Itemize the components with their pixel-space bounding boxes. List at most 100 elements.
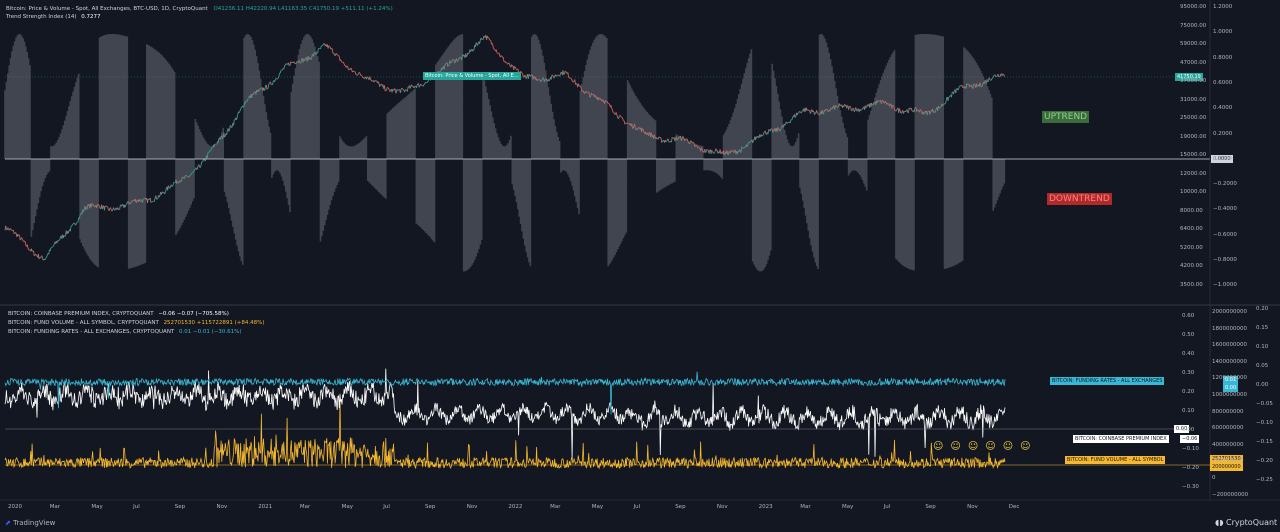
premium-axis-tick: 0.60 — [1182, 313, 1195, 319]
time-axis-tick: Nov — [216, 504, 228, 510]
price-candle-down — [35, 254, 38, 257]
tsi-axis-tick: −0.4000 — [1213, 206, 1237, 213]
price-candle-down — [18, 234, 20, 237]
price-candle-down — [328, 45, 330, 48]
price-candle-down — [286, 63, 288, 65]
price-candle-down — [74, 222, 76, 225]
price-candle-down — [500, 55, 503, 57]
price-candle-up — [473, 49, 475, 51]
price-candle-down — [140, 199, 143, 201]
price-candle-up — [277, 77, 279, 80]
price-candle-up — [356, 74, 359, 76]
price-candle-up — [321, 44, 323, 47]
price-candle-down — [557, 74, 560, 76]
price-candle-up — [666, 139, 668, 142]
price-candle-down — [331, 47, 333, 50]
funding-rates-legend-name: BITCOIN: FUNDING RATES - ALL EXCHANGES, … — [8, 329, 175, 335]
volume-axis-tick: 600000000 — [1212, 425, 1244, 432]
price-candle-down — [170, 184, 173, 187]
price-candle-up — [763, 131, 765, 134]
tsi-axis-tick: −0.2000 — [1213, 181, 1237, 188]
funding-rates-legend-values: 0.01 −0.01 (−30.61%) — [179, 329, 242, 335]
price-candle-down — [619, 114, 622, 117]
price-candle-up — [555, 75, 558, 77]
price-candle-down — [358, 72, 361, 74]
price-candle-up — [118, 208, 121, 211]
tradingview-logo[interactable]: ⬈ TradingView — [5, 519, 55, 527]
price-candle-up — [942, 104, 944, 107]
price-axis-tick: 37000.00 — [1180, 78, 1207, 84]
price-candle-down — [908, 107, 911, 109]
price-axis-tick: 15000.00 — [1180, 152, 1207, 158]
price-candle-up — [749, 140, 752, 143]
premium-axis-tick: 0.50 — [1182, 332, 1195, 338]
price-candle-up — [202, 160, 204, 163]
funding-axis-tick: −0.25 — [1256, 477, 1273, 483]
price-axis-tick: 19000.00 — [1180, 133, 1207, 140]
price-candle-down — [366, 76, 369, 79]
time-axis-tick: Sep — [675, 504, 686, 510]
price-candle-down — [771, 128, 773, 130]
price-candle-up — [210, 149, 212, 151]
price-candle-up — [148, 198, 150, 201]
price-candle-up — [266, 88, 268, 90]
cryptoquant-logo[interactable]: ◖◗ CryptoQuant — [1215, 518, 1277, 527]
price-candle-down — [388, 88, 390, 91]
funding-axis-tick: −0.15 — [1256, 439, 1273, 445]
price-candle-down — [337, 54, 339, 56]
tsi-legend: Trend Strength Index (14) 0.7277 — [6, 14, 101, 21]
price-candle-down — [660, 136, 662, 139]
price-candle-down — [98, 204, 100, 207]
price-candle-up — [150, 201, 152, 203]
price-legend-title: Bitcoin: Price & Volume - Spot, All Exch… — [6, 6, 208, 12]
price-candle-down — [585, 90, 588, 93]
price-candle-down — [564, 70, 567, 73]
price-candle-down — [106, 206, 109, 208]
price-axis-tick: 4200.00 — [1180, 263, 1203, 269]
price-candle-up — [713, 152, 715, 154]
volume-axis-tick: 1800000000 — [1212, 325, 1247, 332]
price-candle-down — [354, 71, 356, 73]
price-candle-up — [990, 78, 993, 81]
price-candle-down — [974, 83, 976, 86]
price-candle-down — [692, 141, 695, 144]
price-axis-tick: 10000.00 — [1180, 189, 1207, 195]
price-candle-down — [338, 55, 340, 57]
price-candle-down — [686, 138, 688, 140]
time-axis-tick: Mar — [49, 504, 61, 510]
fund-volume-legend-values: 252701530 +115722891 (+84.48%) — [163, 320, 265, 326]
price-candle-down — [643, 131, 645, 133]
price-candle-up — [791, 118, 793, 120]
tsi-axis-tick: 0.4000 — [1213, 105, 1233, 112]
price-candle-up — [787, 122, 789, 124]
price-candle-up — [190, 172, 193, 175]
price-candle-down — [887, 103, 890, 105]
price-candle-down — [515, 68, 517, 70]
price-candle-up — [190, 174, 192, 176]
price-candle-up — [143, 197, 145, 200]
price-candle-up — [457, 60, 459, 62]
price-candle-up — [247, 97, 250, 99]
price-candle-down — [117, 207, 119, 210]
funding-rates-legend: BITCOIN: FUNDING RATES - ALL EXCHANGES, … — [8, 329, 242, 336]
price-candle-up — [865, 106, 867, 109]
fund-volume-legend: BITCOIN: FUND VOLUME - ALL SYMBOL, CRYPT… — [8, 320, 265, 327]
premium-axis-tick: −0.10 — [1182, 446, 1199, 452]
funding-axis-tick: 0.00 — [1256, 382, 1269, 388]
price-candle-down — [723, 150, 725, 155]
volume-axis-tick: 400000000 — [1212, 441, 1244, 448]
price-candle-down — [323, 43, 326, 45]
price-candle-up — [457, 59, 460, 61]
price-candle-down — [760, 134, 763, 137]
price-candle-up — [548, 79, 551, 82]
price-candle-up — [427, 80, 429, 83]
price-series-label: Bitcoin: Price & Volume - Spot, All E... — [423, 72, 521, 80]
price-candle-down — [501, 55, 503, 58]
price-candle-up — [72, 222, 75, 225]
price-candle-up — [794, 116, 797, 118]
price-candle-down — [966, 83, 968, 85]
price-candle-up — [180, 180, 182, 183]
price-axis-tick: 59000.00 — [1180, 41, 1207, 47]
time-axis-tick: May — [341, 504, 353, 510]
time-axis-tick: Dec — [1008, 504, 1020, 510]
